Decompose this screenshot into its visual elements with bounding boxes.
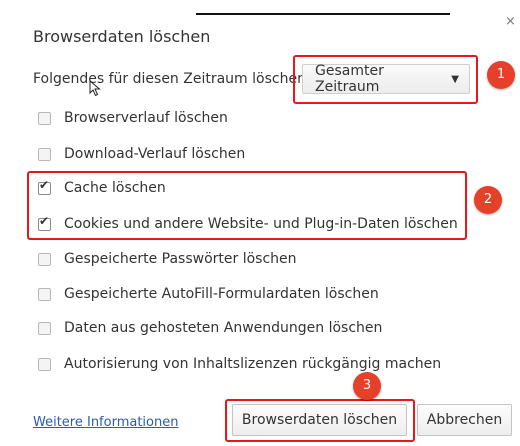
time-range-label: Folgendes für diesen Zeitraum löschen: [33,71,311,87]
checkbox-unchecked[interactable] [38,287,51,301]
option-label: Daten aus gehosteten Anwendungen löschen [64,320,383,336]
option-checkbox-row[interactable]: Gespeicherte AutoFill-Formulardaten lösc… [38,284,379,304]
highlight-box-2 [27,171,467,240]
top-divider [196,13,450,15]
option-label: Download-Verlauf löschen [64,146,246,162]
checkbox-unchecked[interactable] [38,147,51,161]
annotation-badge-1: 1 [487,61,515,89]
close-icon[interactable]: × [505,15,516,28]
option-label: Gespeicherte AutoFill-Formulardaten lösc… [64,286,379,302]
checkbox-unchecked[interactable] [38,111,51,125]
checkbox-unchecked[interactable] [38,357,51,371]
annotation-badge-2: 2 [474,186,502,214]
option-label: Gespeicherte Passwörter löschen [64,251,297,267]
clear-browsing-data-button[interactable]: Browserdaten löschen [232,404,407,436]
option-label: Autorisierung von Inhaltslizenzen rückgä… [64,356,442,372]
annotation-badge-3: 3 [353,372,381,400]
dialog-title: Browserdaten löschen [33,27,211,46]
option-checkbox-row[interactable]: Download-Verlauf löschen [38,144,245,164]
option-checkbox-row[interactable]: Gespeicherte Passwörter löschen [38,249,297,269]
option-checkbox-row[interactable]: Daten aus gehosteten Anwendungen löschen [38,318,382,338]
checkbox-unchecked[interactable] [38,252,51,266]
option-label: Browserverlauf löschen [64,110,228,126]
option-checkbox-row[interactable]: Autorisierung von Inhaltslizenzen rückgä… [38,354,441,374]
mouse-cursor-icon [89,80,101,97]
cancel-button[interactable]: Abbrechen [417,404,512,436]
more-info-link[interactable]: Weitere Informationen [33,415,178,430]
checkbox-unchecked[interactable] [38,321,51,335]
highlight-box-1 [293,55,478,104]
option-checkbox-row[interactable]: Browserverlauf löschen [38,108,228,128]
